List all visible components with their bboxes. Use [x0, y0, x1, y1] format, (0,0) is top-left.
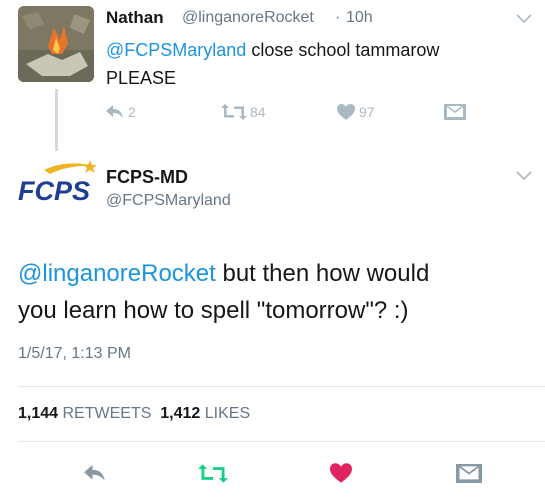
tweet-timestamp[interactable]: 1/5/17, 1:13 PM — [18, 345, 131, 363]
original-tweet-text: @linganoreRocket but then how would you … — [18, 255, 533, 329]
fcps-logo[interactable]: FCPS — [16, 160, 102, 206]
like-icon[interactable] — [337, 104, 355, 120]
mention-link[interactable]: @FCPSMaryland — [106, 40, 246, 60]
divider — [18, 386, 545, 387]
reply-author-name[interactable]: Nathan — [106, 8, 164, 28]
original-text-line2: you learn how to spell "tomorrow"? :) — [18, 297, 409, 324]
reply-icon[interactable] — [84, 465, 106, 482]
original-text-line1: but then how would — [215, 260, 430, 287]
chevron-down-icon[interactable] — [516, 14, 532, 24]
original-author-name[interactable]: FCPS-MD — [106, 167, 188, 188]
reply-text-line1: close school tammarow — [246, 40, 440, 60]
like-count: 97 — [359, 104, 375, 120]
avatar-nathan[interactable] — [18, 6, 94, 82]
reply-count: 2 — [128, 104, 136, 120]
direct-message-icon[interactable] — [456, 464, 482, 483]
retweet-count: 84 — [250, 104, 266, 120]
reply-tweet-text: @FCPSMaryland close school tammarow PLEA… — [106, 36, 526, 92]
thread-line — [55, 89, 58, 151]
retweets-value[interactable]: 1,144 — [18, 405, 58, 422]
retweet-icon[interactable] — [198, 464, 228, 483]
tweet-stats: 1,144 RETWEETS 1,412 LIKES — [18, 405, 250, 423]
likes-label[interactable]: LIKES — [205, 405, 250, 422]
separator-dot: · — [335, 9, 341, 26]
retweets-label[interactable]: RETWEETS — [63, 405, 152, 422]
retweet-icon[interactable] — [221, 104, 247, 120]
reply-timestamp[interactable]: 10h — [346, 9, 373, 27]
reply-author-handle[interactable]: @linganoreRocket — [182, 9, 314, 27]
reply-icon[interactable] — [106, 105, 124, 119]
original-author-handle[interactable]: @FCPSMaryland — [106, 192, 231, 210]
logo-wordmark: FCPS — [18, 176, 90, 206]
like-icon[interactable] — [330, 463, 352, 483]
likes-value[interactable]: 1,412 — [160, 405, 200, 422]
chevron-down-icon[interactable] — [516, 171, 532, 181]
reply-text-line2: PLEASE — [106, 68, 177, 88]
mention-link[interactable]: @linganoreRocket — [18, 260, 216, 287]
divider — [18, 441, 545, 442]
direct-message-icon[interactable] — [444, 104, 466, 120]
